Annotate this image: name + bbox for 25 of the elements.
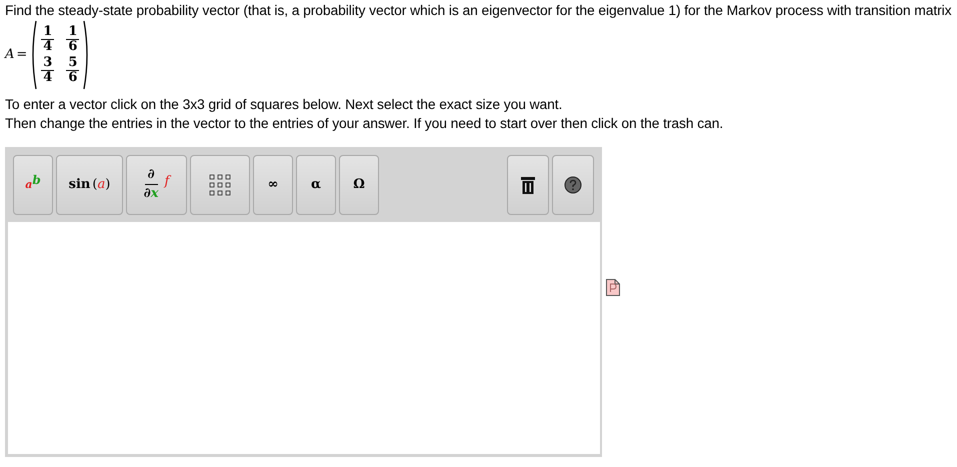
question-text: Find the steady-state probability vector (that is, a probability vector which is an eigenvector for the eigenvalue 1) for the Markov process with transition matrix [5, 2, 952, 18]
symbol-button[interactable]: ∞ [253, 154, 293, 214]
function-button[interactable]: sin(a) [56, 154, 123, 214]
denominator: 4 [43, 40, 52, 54]
denominator: 6 [68, 40, 78, 54]
equals-sign: = [16, 46, 28, 64]
symbol-button[interactable]: Ω [339, 154, 379, 214]
numerator: 1 [41, 25, 54, 40]
document-icon [606, 279, 620, 296]
denominator: 4 [43, 71, 52, 85]
trash-icon [521, 176, 535, 194]
instruction-text: To enter a vector click on the 3x3 grid of squares below. Next select the exact size you want. [5, 95, 564, 114]
numerator: 3 [41, 56, 54, 71]
numerator: 1 [66, 25, 80, 40]
help-icon [564, 176, 582, 194]
numerator: 5 [66, 56, 80, 71]
instruction-text: Then change the entries in the vector to the entries of your answer. If you need to start over then click on the trash can. [5, 114, 724, 133]
trash-button[interactable] [507, 154, 549, 214]
help-button[interactable] [552, 154, 594, 214]
grid-icon [209, 174, 231, 196]
symbol-button[interactable]: α [296, 154, 336, 214]
matrix-button[interactable] [190, 154, 250, 214]
matrix-name: A [5, 46, 14, 64]
derivative-button[interactable]: ∂ ∂x f [126, 154, 187, 214]
denominator: 6 [68, 71, 78, 85]
